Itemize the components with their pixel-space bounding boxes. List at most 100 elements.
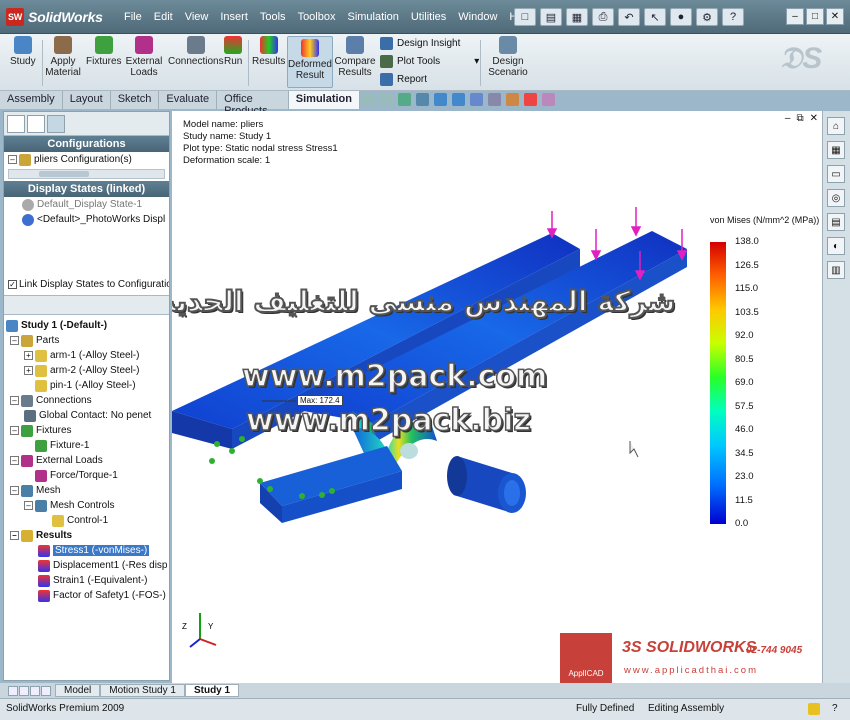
horizontal-scrollbar[interactable] [8, 169, 165, 179]
app-logo[interactable]: SW SolidWorks [6, 6, 103, 28]
tree-item-arm2[interactable]: + arm-2 (-Alloy Steel-) [4, 363, 169, 378]
open-folder-icon[interactable]: ▤ [540, 8, 562, 26]
select-arrow-icon[interactable]: ↖ [644, 8, 666, 26]
menu-toolbox[interactable]: Toolbox [292, 11, 342, 23]
tree-item-fixture1[interactable]: Fixture-1 [4, 438, 169, 453]
help-icon[interactable]: ? [722, 8, 744, 26]
first-tab-icon[interactable] [8, 685, 18, 696]
tree-item-arm1[interactable]: + arm-1 (-Alloy Steel-) [4, 348, 169, 363]
section-view-icon[interactable] [416, 93, 429, 106]
tree-item-force-torque[interactable]: Force/Torque-1 [4, 468, 169, 483]
menu-view[interactable]: View [179, 11, 215, 23]
menu-simulation[interactable]: Simulation [341, 11, 404, 23]
minimize-button[interactable]: – [786, 8, 804, 25]
tab-office-products[interactable]: Office Products [217, 91, 289, 117]
tree-item-global-contact[interactable]: Global Contact: No penet [4, 408, 169, 423]
fixtures-button[interactable]: Fixtures [86, 36, 122, 67]
compare-results-button[interactable]: Compare Results [334, 36, 376, 78]
appearances-icon[interactable]: ◐ [827, 237, 845, 255]
zoom-area-icon[interactable] [380, 93, 393, 106]
link-display-states-checkbox[interactable]: ✓ Link Display States to Configuratio [4, 277, 169, 292]
view-orientation-icon[interactable] [434, 93, 447, 106]
collapse-icon[interactable]: – [10, 396, 19, 405]
display-state-item[interactable]: <Default>_PhotoWorks Displ [4, 212, 169, 227]
study-button[interactable]: Study [10, 36, 36, 67]
zoom-to-fit-icon[interactable] [362, 93, 375, 106]
design-scenario-button[interactable]: Design Scenario [488, 36, 528, 78]
collapse-icon[interactable]: – [8, 155, 17, 164]
results-button[interactable]: Results [252, 36, 285, 67]
menu-file[interactable]: File [118, 11, 148, 23]
tree-item-displacement1[interactable]: Displacement1 (-Res disp [4, 558, 169, 573]
realview-icon[interactable] [524, 93, 537, 106]
tree-item-connections[interactable]: – Connections [4, 393, 169, 408]
external-loads-button[interactable]: External Loads [126, 36, 162, 78]
new-document-icon[interactable]: □ [514, 8, 536, 26]
apply-scene-icon[interactable] [506, 93, 519, 106]
deformed-result-button[interactable]: Deformed Result [287, 36, 333, 88]
run-button[interactable]: Run [224, 36, 242, 67]
connections-button[interactable]: Connections [168, 36, 224, 67]
view-settings-icon[interactable] [542, 93, 555, 106]
hide-show-items-icon[interactable] [470, 93, 483, 106]
plot-tools-button[interactable]: Plot Tools ▾ [380, 55, 479, 68]
traffic-light-icon[interactable]: ● [670, 8, 692, 26]
home-icon[interactable]: ⌂ [827, 117, 845, 135]
file-explorer-icon[interactable]: ▭ [827, 165, 845, 183]
collapse-icon[interactable]: – [10, 531, 19, 540]
close-button[interactable]: ✕ [826, 8, 844, 25]
expand-icon[interactable]: + [24, 366, 33, 375]
tree-item-parts[interactable]: – Parts [4, 333, 169, 348]
apply-material-button[interactable]: Apply Material [45, 36, 81, 78]
undo-icon[interactable]: ↶ [618, 8, 640, 26]
expand-icon[interactable]: + [24, 351, 33, 360]
graphics-area[interactable]: – ⧉ ✕ Model name: pliers Study name: Stu… [172, 111, 822, 683]
tree-item-control1[interactable]: Control-1 [4, 513, 169, 528]
view-palette-icon[interactable]: ▤ [827, 213, 845, 231]
configuration-manager-tab-icon[interactable] [47, 115, 65, 133]
edit-appearance-icon[interactable] [488, 93, 501, 106]
menu-insert[interactable]: Insert [214, 11, 254, 23]
collapse-icon[interactable]: – [10, 456, 19, 465]
menu-edit[interactable]: Edit [148, 11, 179, 23]
tree-item-external-loads[interactable]: – External Loads [4, 453, 169, 468]
tab-layout[interactable]: Layout [63, 91, 111, 109]
previous-view-icon[interactable] [398, 93, 411, 106]
next-tab-icon[interactable] [30, 685, 40, 696]
help-button[interactable]: ? [832, 703, 838, 714]
tab-model[interactable]: Model [55, 684, 101, 697]
tree-item-stress1[interactable]: Stress1 (-vonMises-) [4, 543, 169, 558]
tree-item-fos1[interactable]: Factor of Safety1 (-FOS-) [4, 588, 169, 603]
collapse-icon[interactable]: – [10, 426, 19, 435]
custom-properties-icon[interactable]: ▥ [827, 261, 845, 279]
tree-item-mesh-controls[interactable]: – Mesh Controls [4, 498, 169, 513]
menu-utilities[interactable]: Utilities [405, 11, 452, 23]
tree-item-fixtures[interactable]: – Fixtures [4, 423, 169, 438]
tab-simulation[interactable]: Simulation [288, 91, 360, 109]
menu-window[interactable]: Window [452, 11, 503, 23]
tree-item-study[interactable]: Study 1 (-Default-) [4, 318, 169, 333]
design-library-icon[interactable]: ▦ [827, 141, 845, 159]
collapse-icon[interactable]: – [10, 486, 19, 495]
panel-splitter[interactable] [4, 295, 169, 315]
options-gear-icon[interactable]: ⚙ [696, 8, 718, 26]
last-tab-icon[interactable] [41, 685, 51, 696]
print-icon[interactable]: ⎙ [592, 8, 614, 26]
save-icon[interactable]: ▦ [566, 8, 588, 26]
search-icon[interactable]: ◎ [827, 189, 845, 207]
tree-item-mesh[interactable]: – Mesh [4, 483, 169, 498]
config-item[interactable]: – pliers Configuration(s) [4, 152, 169, 167]
tree-item-strain1[interactable]: Strain1 (-Equivalent-) [4, 573, 169, 588]
property-manager-tab-icon[interactable] [27, 115, 45, 133]
display-style-icon[interactable] [452, 93, 465, 106]
maximize-button[interactable]: □ [806, 8, 824, 25]
collapse-icon[interactable]: – [24, 501, 33, 510]
design-insight-button[interactable]: Design Insight [380, 37, 460, 50]
tab-evaluate[interactable]: Evaluate [159, 91, 218, 109]
tree-item-pin1[interactable]: pin-1 (-Alloy Steel-) [4, 378, 169, 393]
menu-tools[interactable]: Tools [254, 11, 292, 23]
prev-tab-icon[interactable] [19, 685, 29, 696]
tab-motion-study[interactable]: Motion Study 1 [100, 684, 185, 697]
tree-item-results[interactable]: – Results [4, 528, 169, 543]
tab-study-1[interactable]: Study 1 [184, 684, 240, 697]
